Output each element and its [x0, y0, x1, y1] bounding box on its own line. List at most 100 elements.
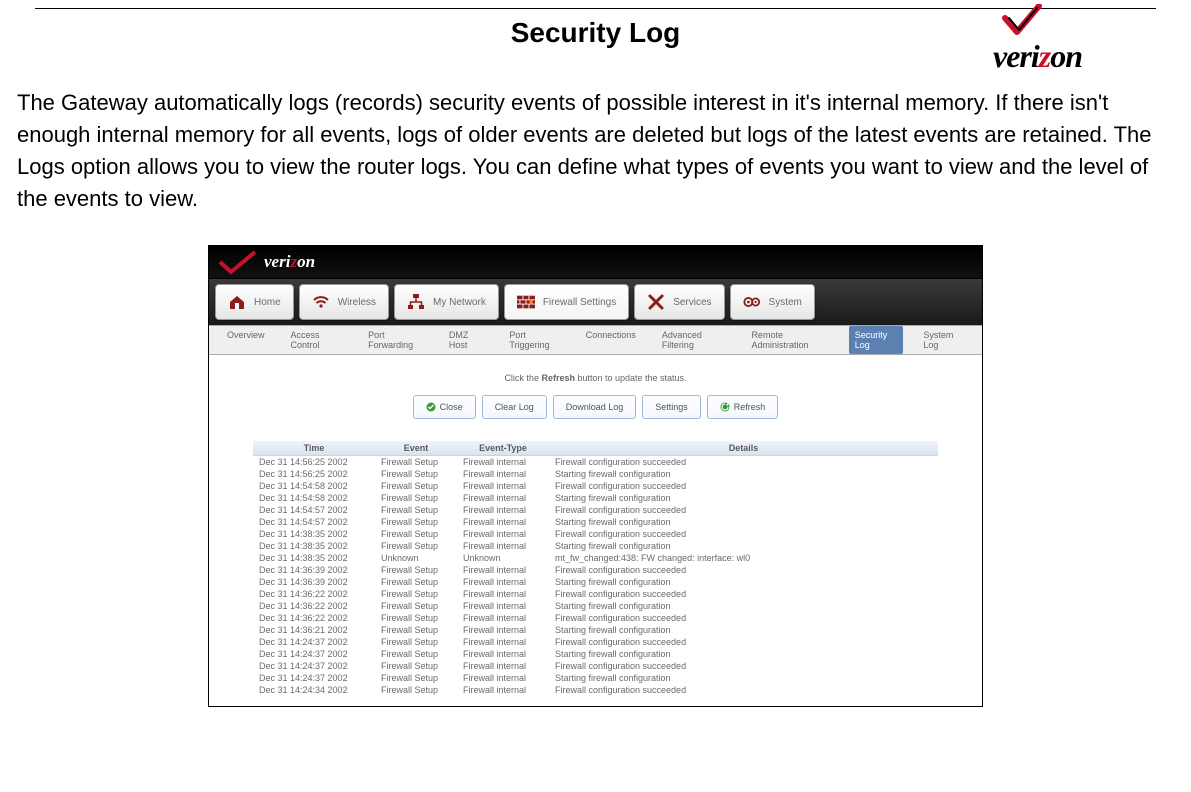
cell-details: Firewall configuration succeeded	[549, 528, 938, 540]
table-row: Dec 31 14:24:37 2002Firewall SetupFirewa…	[253, 648, 938, 660]
cell-details: Starting firewall configuration	[549, 672, 938, 684]
main-tab-firewall-settings[interactable]: Firewall Settings	[504, 284, 629, 320]
cell-type: Firewall internal	[457, 516, 549, 528]
log-table-wrap: Time Event Event-Type Details Dec 31 14:…	[253, 441, 938, 696]
cell-event: Firewall Setup	[375, 468, 457, 480]
cell-time: Dec 31 14:54:58 2002	[253, 492, 375, 504]
firewall-icon	[517, 293, 535, 311]
cell-time: Dec 31 14:36:22 2002	[253, 588, 375, 600]
cell-type: Firewall internal	[457, 660, 549, 672]
download-log-button[interactable]: Download Log	[553, 395, 637, 419]
table-row: Dec 31 14:24:34 2002Firewall SetupFirewa…	[253, 684, 938, 696]
logo-text: verizon	[264, 252, 315, 272]
cell-time: Dec 31 14:24:37 2002	[253, 636, 375, 648]
cell-details: Starting firewall configuration	[549, 516, 938, 528]
cell-details: Starting firewall configuration	[549, 648, 938, 660]
sub-tab-system-log[interactable]: System Log	[917, 326, 970, 354]
refresh-button[interactable]: Refresh	[707, 395, 779, 419]
cell-type: Firewall internal	[457, 504, 549, 516]
cell-time: Dec 31 14:54:57 2002	[253, 504, 375, 516]
tab-label: Wireless	[338, 297, 376, 308]
main-tab-my-network[interactable]: My Network	[394, 284, 499, 320]
cell-details: Starting firewall configuration	[549, 600, 938, 612]
check-circle-icon	[426, 402, 436, 412]
refresh-label: Refresh	[734, 402, 766, 412]
clear-label: Clear Log	[495, 402, 534, 412]
cell-time: Dec 31 14:24:37 2002	[253, 648, 375, 660]
main-tab-wireless[interactable]: Wireless	[299, 284, 389, 320]
sub-tab-overview[interactable]: Overview	[221, 326, 271, 354]
sub-tab-dmz-host[interactable]: DMZ Host	[443, 326, 490, 354]
cell-type: Firewall internal	[457, 564, 549, 576]
clear-log-button[interactable]: Clear Log	[482, 395, 547, 419]
col-event-type: Event-Type	[457, 441, 549, 456]
cell-type: Firewall internal	[457, 648, 549, 660]
table-row: Dec 31 14:56:25 2002Firewall SetupFirewa…	[253, 456, 938, 469]
sub-tab-advanced-filtering[interactable]: Advanced Filtering	[656, 326, 732, 354]
table-row: Dec 31 14:38:35 2002Firewall SetupFirewa…	[253, 540, 938, 552]
cell-event: Firewall Setup	[375, 540, 457, 552]
sub-tab-port-forwarding[interactable]: Port Forwarding	[362, 326, 429, 354]
cell-type: Firewall internal	[457, 600, 549, 612]
hint-post: button to update the status.	[575, 373, 687, 383]
hint-pre: Click the	[504, 373, 541, 383]
sub-nav: Overview Access Control Port Forwarding DMZ…	[209, 325, 982, 355]
cell-time: Dec 31 14:24:37 2002	[253, 672, 375, 684]
cell-details: Firewall configuration succeeded	[549, 504, 938, 516]
tab-label: Services	[673, 297, 711, 308]
cell-details: Starting firewall configuration	[549, 492, 938, 504]
cell-details: Starting firewall configuration	[549, 576, 938, 588]
cell-time: Dec 31 14:36:22 2002	[253, 600, 375, 612]
sub-tab-remote-administration[interactable]: Remote Administration	[745, 326, 834, 354]
cell-details: mt_fw_changed:438: FW changed: interface…	[549, 552, 938, 564]
cell-details: Starting firewall configuration	[549, 540, 938, 552]
tab-label: Firewall Settings	[543, 297, 616, 308]
table-row: Dec 31 14:54:57 2002Firewall SetupFirewa…	[253, 504, 938, 516]
close-label: Close	[440, 402, 463, 412]
cell-time: Dec 31 14:56:25 2002	[253, 456, 375, 469]
tab-label: Home	[254, 297, 281, 308]
main-tab-system[interactable]: System	[730, 284, 815, 320]
cell-type: Firewall internal	[457, 672, 549, 684]
sub-tab-connections[interactable]: Connections	[580, 326, 642, 354]
table-row: Dec 31 14:36:22 2002Firewall SetupFirewa…	[253, 600, 938, 612]
cell-time: Dec 31 14:36:39 2002	[253, 564, 375, 576]
sub-tab-security-log[interactable]: Security Log	[849, 326, 904, 354]
cell-type: Firewall internal	[457, 684, 549, 696]
close-button[interactable]: Close	[413, 395, 476, 419]
download-label: Download Log	[566, 402, 624, 412]
cell-type: Unknown	[457, 552, 549, 564]
wifi-icon	[312, 293, 330, 311]
cell-type: Firewall internal	[457, 636, 549, 648]
main-tab-services[interactable]: Services	[634, 284, 724, 320]
table-row: Dec 31 14:36:22 2002Firewall SetupFirewa…	[253, 612, 938, 624]
action-bar: Close Clear Log Download Log Settings Re…	[223, 395, 968, 419]
table-row: Dec 31 14:38:35 2002Firewall SetupFirewa…	[253, 528, 938, 540]
check-icon	[1001, 4, 1043, 38]
cell-event: Firewall Setup	[375, 612, 457, 624]
cell-event: Unknown	[375, 552, 457, 564]
cell-event: Firewall Setup	[375, 504, 457, 516]
cell-time: Dec 31 14:36:22 2002	[253, 612, 375, 624]
cell-event: Firewall Setup	[375, 648, 457, 660]
cell-time: Dec 31 14:24:37 2002	[253, 660, 375, 672]
cell-event: Firewall Setup	[375, 528, 457, 540]
cell-event: Firewall Setup	[375, 492, 457, 504]
cell-type: Firewall internal	[457, 480, 549, 492]
cell-event: Firewall Setup	[375, 672, 457, 684]
tools-icon	[647, 293, 665, 311]
table-row: Dec 31 14:36:39 2002Firewall SetupFirewa…	[253, 576, 938, 588]
table-row: Dec 31 14:38:35 2002UnknownUnknownmt_fw_…	[253, 552, 938, 564]
table-row: Dec 31 14:24:37 2002Firewall SetupFirewa…	[253, 636, 938, 648]
cell-event: Firewall Setup	[375, 684, 457, 696]
col-event: Event	[375, 441, 457, 456]
sub-tab-access-control[interactable]: Access Control	[285, 326, 349, 354]
settings-button[interactable]: Settings	[642, 395, 701, 419]
cell-time: Dec 31 14:36:21 2002	[253, 624, 375, 636]
sub-tab-port-triggering[interactable]: Port Triggering	[503, 326, 565, 354]
main-tab-home[interactable]: Home	[215, 284, 294, 320]
cell-type: Firewall internal	[457, 468, 549, 480]
home-icon	[228, 293, 246, 311]
cell-event: Firewall Setup	[375, 564, 457, 576]
table-row: Dec 31 14:56:25 2002Firewall SetupFirewa…	[253, 468, 938, 480]
